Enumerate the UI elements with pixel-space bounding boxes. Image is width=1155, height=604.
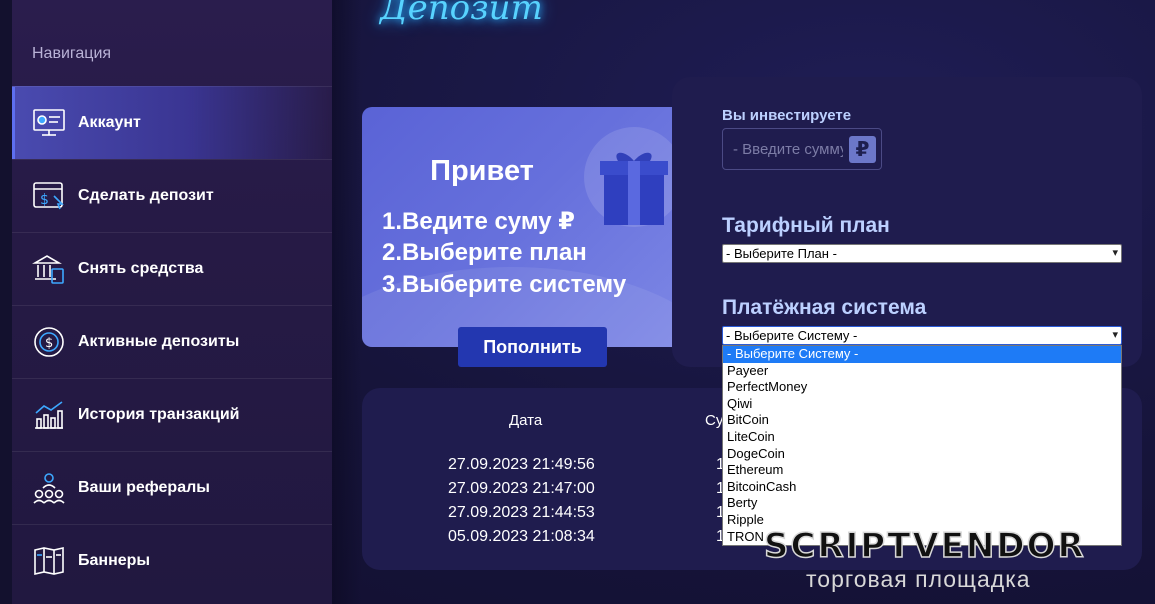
svg-text:$: $ xyxy=(45,336,53,351)
gift-icon xyxy=(598,147,670,232)
promo-title: Привет xyxy=(430,155,534,187)
payment-option[interactable]: Berty xyxy=(723,495,1121,512)
column-header-date: Дата xyxy=(509,412,543,429)
invest-label: Вы инвестируете xyxy=(722,107,852,124)
sidebar-item-transaction-history[interactable]: История транзакций xyxy=(12,378,332,451)
sidebar-nav: Аккаунт $ Сделать депозит Снять средства… xyxy=(12,86,332,597)
sidebar-item-label: Сделать депозит xyxy=(78,187,214,204)
svg-text:$: $ xyxy=(40,192,49,208)
sidebar-item-label: История транзакций xyxy=(78,406,240,423)
bank-icon xyxy=(32,252,66,286)
payment-option[interactable]: Ethereum xyxy=(723,462,1121,479)
payment-select-value: - Выберите Систему - xyxy=(726,328,858,343)
history-date: 05.09.2023 21:08:34 xyxy=(448,528,595,545)
plan-label: Тарифный план xyxy=(722,214,890,237)
payment-option[interactable]: LiteCoin xyxy=(723,429,1121,446)
payment-option[interactable]: BitcoinCash xyxy=(723,479,1121,496)
promo-step-3: 3.Выберите систему xyxy=(382,271,627,298)
chevron-down-icon: ▾ xyxy=(1112,247,1118,259)
sidebar-item-banners[interactable]: Баннеры xyxy=(12,524,332,597)
dashboard-icon xyxy=(32,106,66,140)
referrals-icon xyxy=(32,471,66,505)
sidebar-item-label: Аккаунт xyxy=(78,114,141,131)
coin-cycle-icon: $ xyxy=(32,325,66,359)
wallet-dollar-icon: $ xyxy=(32,179,66,213)
promo-step-1: 1.Ведите суму ₽ xyxy=(382,208,575,235)
sidebar: Навигация Аккаунт $ Сделать депозит Снят… xyxy=(12,0,332,604)
payment-option[interactable]: Payeer xyxy=(723,363,1121,380)
sidebar-item-label: Снять средства xyxy=(78,260,204,277)
history-date: 27.09.2023 21:49:56 xyxy=(448,456,595,473)
watermark-title: SCRIPTVENDOR xyxy=(763,525,1086,567)
payment-option[interactable]: PerfectMoney xyxy=(723,379,1121,396)
sidebar-item-label: Активные депозиты xyxy=(78,333,240,350)
promo-card: Привет 1.Ведите суму ₽ 2.Выберите план 3… xyxy=(362,107,704,347)
chevron-down-icon: ▾ xyxy=(1112,329,1118,341)
sidebar-item-label: Ваши рефералы xyxy=(78,479,210,496)
page: Навигация Аккаунт $ Сделать депозит Снят… xyxy=(0,0,1155,604)
promo-step-2: 2.Выберите план xyxy=(382,239,587,266)
payment-option[interactable]: BitCoin xyxy=(723,412,1121,429)
payment-option[interactable]: - Выберите Систему - xyxy=(723,346,1121,363)
history-date: 27.09.2023 21:47:00 xyxy=(448,480,595,497)
payment-option[interactable]: DogeCoin xyxy=(723,446,1121,463)
deposit-button[interactable]: Пополнить xyxy=(458,327,607,367)
watermark-subtitle: торговая площадка xyxy=(806,566,1031,592)
sidebar-title: Навигация xyxy=(32,45,112,62)
ruble-icon: ₽ xyxy=(849,136,876,163)
sidebar-item-active-deposits[interactable]: $ Активные депозиты xyxy=(12,305,332,378)
history-date: 27.09.2023 21:44:53 xyxy=(448,504,595,521)
sidebar-item-withdraw[interactable]: Снять средства xyxy=(12,232,332,305)
payment-select[interactable]: - Выберите Систему - ▾ xyxy=(722,326,1122,345)
payment-option[interactable]: Qiwi xyxy=(723,396,1121,413)
sidebar-item-make-deposit[interactable]: $ Сделать депозит xyxy=(12,159,332,232)
page-heading: Депозит xyxy=(380,0,543,28)
sidebar-shadow xyxy=(332,0,362,604)
plan-select[interactable]: - Выберите План - ▾ xyxy=(722,244,1122,263)
sidebar-item-referrals[interactable]: Ваши рефералы xyxy=(12,451,332,524)
sidebar-item-label: Баннеры xyxy=(78,552,151,569)
left-edge xyxy=(0,0,12,604)
plan-select-value: - Выберите План - xyxy=(726,246,837,261)
brochure-icon xyxy=(32,544,66,578)
column-header-sum: Су xyxy=(705,412,724,429)
payment-label: Платёжная система xyxy=(722,296,927,319)
payment-dropdown-list: - Выберите Систему - Payeer PerfectMoney… xyxy=(722,345,1122,546)
sidebar-item-account[interactable]: Аккаунт xyxy=(12,86,332,159)
chart-icon xyxy=(32,398,66,432)
